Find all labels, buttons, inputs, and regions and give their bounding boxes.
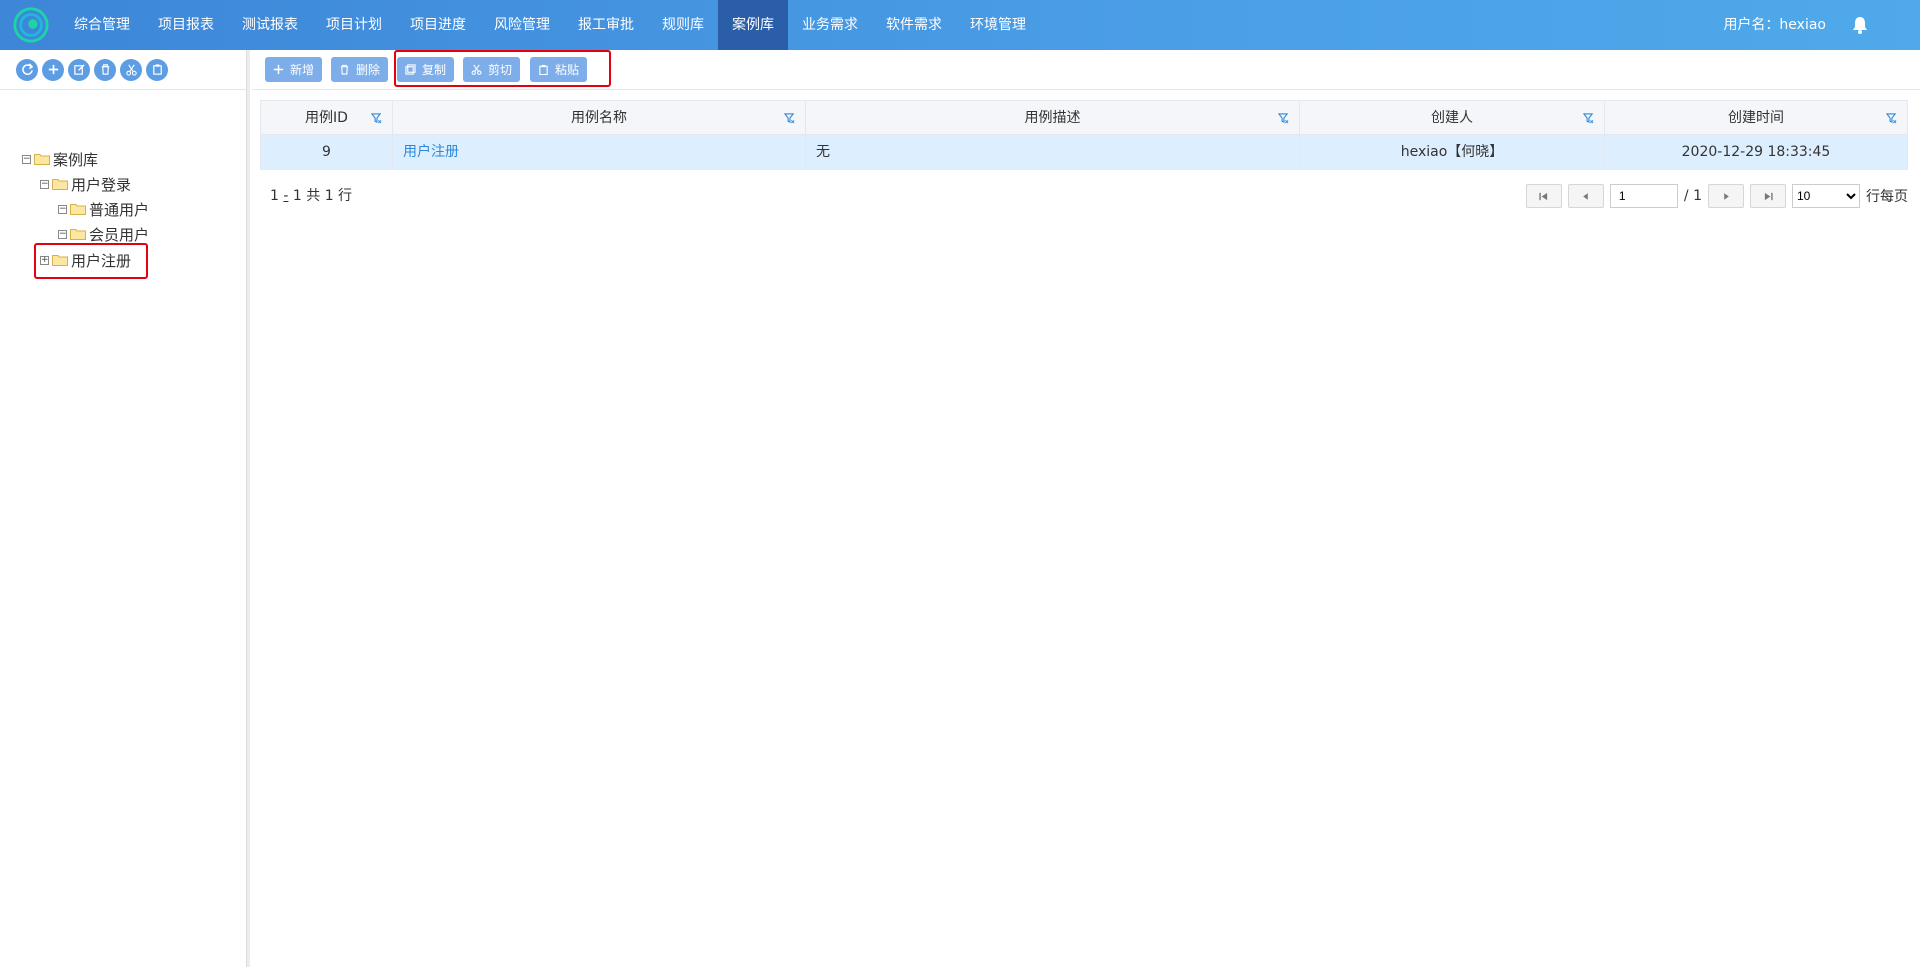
delete-button[interactable]: 删除 [331,57,389,82]
filter-icon[interactable] [1583,113,1594,124]
nav-item-case-library[interactable]: 案例库 [718,0,788,50]
add-button[interactable]: 新增 [265,57,323,82]
column-header-label: 用例描述 [1024,110,1081,126]
tree-node-label: 会员用户 [89,225,150,244]
scissors-icon [125,64,137,76]
panel-splitter[interactable] [247,50,250,967]
last-page-button[interactable] [1750,184,1786,208]
tree-node-member-user[interactable]: − 会员用户 [58,223,149,245]
pager: / 1 10 行每页 [1525,183,1908,209]
nav-item-project-progress[interactable]: 项目进度 [396,0,480,50]
bell-icon[interactable] [1850,15,1870,35]
tree-node-user-login[interactable]: − 用户登录 [40,173,131,195]
filter-icon[interactable] [784,113,795,124]
grid-toolbar: 新增 删除 复制 剪切 粘贴 [252,50,1920,90]
collapse-icon[interactable]: − [22,154,31,164]
refresh-button[interactable] [16,58,38,81]
tree-add-button[interactable] [42,58,64,81]
refresh-icon [21,63,33,75]
highlight-box-tree [34,243,148,279]
tree-delete-button[interactable] [94,58,116,81]
nav-item-work-approval[interactable]: 报工审批 [564,0,648,50]
tree-edit-button[interactable] [68,58,90,81]
filter-icon[interactable] [1278,113,1289,124]
rows-per-page-select[interactable]: 10 [1792,184,1860,208]
column-header-name[interactable]: 用例名称 [393,101,806,136]
app-logo-icon[interactable] [12,6,50,44]
filter-icon[interactable] [1886,113,1897,124]
nav-item-business-req[interactable]: 业务需求 [788,0,872,50]
cell-name-link[interactable]: 用户注册 [393,135,806,170]
cell-desc: 无 [806,135,1300,170]
table-row[interactable]: 9 用户注册 无 hexiao【何晓】 2020-12-29 18:33:45 [260,135,1908,170]
column-header-desc[interactable]: 用例描述 [806,101,1300,136]
plus-icon [273,64,284,75]
nav-item-environment[interactable]: 环境管理 [956,0,1040,50]
tree-node-root[interactable]: − 案例库 [22,148,98,170]
nav-item-general[interactable]: 综合管理 [60,0,144,50]
tree-toolbar [0,50,246,90]
cell-id: 9 [261,135,393,170]
nav-item-test-report[interactable]: 测试报表 [228,0,312,50]
user-name-label[interactable]: 用户名：hexiao [1723,0,1826,50]
tree-cut-button[interactable] [120,58,142,81]
folder-icon [70,204,86,215]
top-nav-bar: 综合管理 项目报表 测试报表 项目计划 项目进度 风险管理 报工审批 规则库 案… [0,0,1920,50]
column-header-label: 创建人 [1431,110,1473,126]
grid-header: 用例ID 用例名称 用例描述 创建人 创建时间 [260,100,1908,136]
prev-page-button[interactable] [1567,184,1604,208]
filter-icon[interactable] [371,113,382,124]
pager-dash: - [283,188,289,204]
add-button-label: 新增 [290,63,315,77]
tree-node-label: 案例库 [53,150,99,169]
prev-page-icon [1583,192,1589,200]
edit-icon [73,64,85,75]
tree-node-label: 用户登录 [71,175,132,194]
column-header-label: 用例ID [305,110,348,126]
nav-item-project-report[interactable]: 项目报表 [144,0,228,50]
collapse-icon[interactable]: − [58,204,67,214]
nav-item-risk[interactable]: 风险管理 [480,0,564,50]
trash-icon [340,64,349,75]
column-header-label: 用例名称 [571,110,627,126]
column-header-label: 创建时间 [1728,110,1784,126]
next-page-icon [1723,192,1729,200]
pager-start: 1 [270,188,279,204]
case-name-link[interactable]: 用户注册 [403,144,459,160]
collapse-icon[interactable]: − [58,229,67,239]
nav-item-project-plan[interactable]: 项目计划 [312,0,396,50]
next-page-button[interactable] [1708,184,1744,208]
column-header-id[interactable]: 用例ID [261,101,393,136]
column-header-created[interactable]: 创建时间 [1605,101,1907,136]
folder-icon [52,179,68,190]
pager-summary: 1 - 1 共 1 行 [270,185,352,205]
highlight-box-toolbar [394,50,611,87]
nav-item-rules[interactable]: 规则库 [648,0,718,50]
folder-icon [70,229,86,240]
cell-created: 2020-12-29 18:33:45 [1681,144,1831,160]
clipboard-icon [152,64,162,75]
plus-icon [48,64,58,75]
tree-paste-button[interactable] [146,58,168,81]
page-number-input[interactable] [1609,184,1678,208]
folder-icon [34,154,50,165]
page-total: / 1 [1683,188,1702,204]
first-page-button[interactable] [1525,184,1562,208]
first-page-icon [1539,192,1548,200]
tree-panel: − 案例库 − 用户登录 − 普通用户 − 会员用户 + 用户注册 [0,50,247,967]
collapse-icon[interactable]: − [40,179,49,189]
nav-item-software-req[interactable]: 软件需求 [872,0,956,50]
delete-button-label: 删除 [356,63,381,77]
rows-per-page-label: 行每页 [1866,189,1908,205]
cell-creator: hexiao【何晓】 [1300,135,1605,170]
tree-node-label: 普通用户 [89,200,150,219]
column-header-creator[interactable]: 创建人 [1300,101,1605,136]
pager-total-rows: 1 共 1 行 [292,188,353,204]
tree-node-normal-user[interactable]: − 普通用户 [58,198,149,220]
content-panel: 新增 删除 复制 剪切 粘贴 用例ID 用例名称 用例描述 创建人 创建时间 9… [252,50,1920,967]
last-page-icon [1764,192,1773,200]
main-nav: 综合管理 项目报表 测试报表 项目计划 项目进度 风险管理 报工审批 规则库 案… [60,0,1040,50]
case-grid: 用例ID 用例名称 用例描述 创建人 创建时间 9 用户注册 无 hexiao【… [260,100,1908,170]
trash-icon [101,64,109,75]
